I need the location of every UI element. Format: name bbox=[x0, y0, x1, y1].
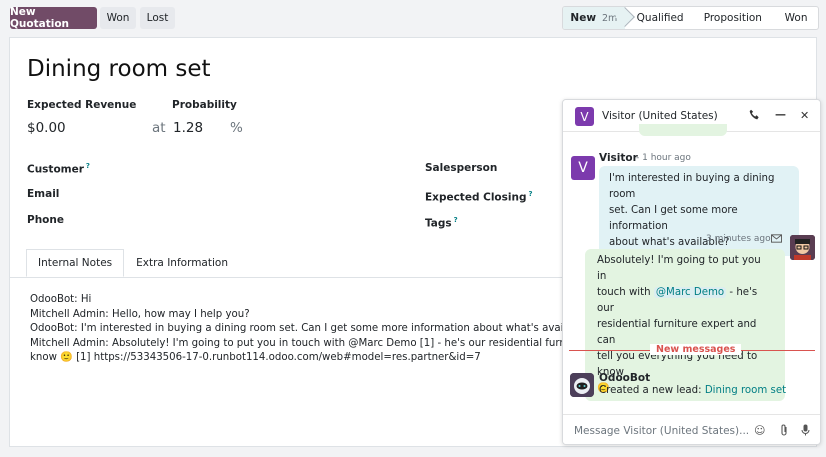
admin-message-time: 3 minutes ago bbox=[706, 234, 771, 244]
note-line: OdooBot: Hi bbox=[30, 294, 92, 305]
stage-new[interactable]: New 2m bbox=[563, 7, 635, 29]
previous-message-bubble bbox=[639, 124, 727, 136]
stage-label: Qualified bbox=[636, 12, 684, 24]
envelope-icon bbox=[771, 233, 782, 246]
email-label: Email bbox=[27, 188, 60, 200]
message-text: touch with bbox=[597, 287, 651, 298]
expected-closing-label-text: Expected Closing bbox=[425, 191, 527, 204]
control-panel: New Quotation Won Lost New 2m Qualified … bbox=[0, 0, 826, 37]
tags-label-text: Tags bbox=[425, 217, 452, 230]
mention-link[interactable]: @Marc Demo bbox=[653, 287, 727, 298]
lead-link[interactable]: Dining room set bbox=[705, 385, 786, 396]
chat-composer[interactable]: Message Visitor (United States)... ☺ bbox=[563, 414, 820, 444]
visitor-message-avatar: V bbox=[571, 156, 595, 180]
stage-label: Won bbox=[784, 12, 808, 24]
message-input[interactable]: Message Visitor (United States)... bbox=[574, 425, 749, 437]
expected-revenue-field[interactable]: $0.00 bbox=[27, 120, 66, 136]
internal-notes-editor[interactable]: OdooBot: Hi Mitchell Admin: Hello, how m… bbox=[30, 293, 626, 366]
new-messages-label: New messages bbox=[650, 344, 742, 355]
emoji-icon[interactable]: ☺ bbox=[754, 424, 765, 437]
customer-label: Customer? bbox=[27, 162, 90, 176]
chat-title: Visitor (United States) bbox=[602, 110, 718, 122]
visitor-avatar: V bbox=[575, 107, 594, 126]
paperclip-icon[interactable] bbox=[779, 424, 789, 439]
customer-label-text: Customer bbox=[27, 163, 84, 176]
odoobot-avatar bbox=[570, 373, 594, 397]
notebook-tabs: Internal Notes Extra Information bbox=[26, 249, 240, 277]
stage-statusbar: New 2m Qualified Proposition Won bbox=[562, 6, 819, 30]
new-quotation-button[interactable]: New Quotation bbox=[10, 6, 97, 30]
salesperson-label: Salesperson bbox=[425, 162, 498, 174]
tags-label: Tags? bbox=[425, 216, 458, 230]
message-line: Absolutely! I'm going to put you in bbox=[597, 255, 761, 282]
expected-closing-label: Expected Closing? bbox=[425, 190, 533, 204]
percent-sign: % bbox=[230, 120, 243, 136]
at-text: at bbox=[152, 120, 166, 136]
odoobot-message: Created a new lead: Dining room set bbox=[599, 385, 786, 396]
lead-title[interactable]: Dining room set bbox=[27, 56, 211, 82]
lost-button[interactable]: Lost bbox=[140, 7, 175, 29]
phone-icon[interactable] bbox=[749, 109, 760, 123]
visitor-message-time: - 1 hour ago bbox=[636, 153, 691, 163]
minimize-icon[interactable]: — bbox=[775, 108, 786, 121]
won-button[interactable]: Won bbox=[100, 7, 136, 29]
admin-avatar bbox=[790, 235, 815, 260]
tab-extra-information[interactable]: Extra Information bbox=[124, 249, 240, 277]
stage-duration: 2m bbox=[602, 12, 618, 24]
visitor-name: Visitor bbox=[599, 152, 638, 164]
chat-window: V Visitor (United States) — ✕ V Visitor … bbox=[562, 99, 821, 445]
probability-label: Probability bbox=[172, 99, 237, 111]
odoobot-name: OdooBot bbox=[599, 372, 651, 384]
stage-label: New bbox=[570, 12, 597, 24]
stage-label: Proposition bbox=[703, 12, 762, 24]
help-tooltip[interactable]: ? bbox=[454, 216, 458, 224]
message-line: I'm interested in buying a dining room bbox=[609, 173, 775, 200]
stage-qualified[interactable]: Qualified bbox=[625, 7, 692, 29]
message-line: touch with @Marc Demo - he's our bbox=[597, 285, 773, 317]
help-tooltip[interactable]: ? bbox=[86, 162, 90, 170]
expected-revenue-label: Expected Revenue bbox=[27, 99, 137, 111]
stage-won[interactable]: Won bbox=[774, 7, 818, 29]
probability-field[interactable]: 1.28 bbox=[173, 120, 203, 136]
message-text: Created a new lead: bbox=[599, 385, 702, 396]
stage-proposition[interactable]: Proposition bbox=[692, 7, 775, 29]
note-line: Mitchell Admin: Absolutely! I'm going to… bbox=[30, 337, 626, 349]
note-line: Mitchell Admin: Hello, how may I help yo… bbox=[30, 308, 250, 320]
microphone-icon[interactable] bbox=[801, 424, 810, 439]
help-tooltip[interactable]: ? bbox=[528, 190, 532, 198]
close-icon[interactable]: ✕ bbox=[800, 109, 809, 122]
tab-internal-notes[interactable]: Internal Notes bbox=[26, 249, 125, 277]
message-line: set. Can I get some more information bbox=[609, 205, 738, 232]
note-line: OdooBot: I'm interested in buying a dini… bbox=[30, 323, 594, 335]
note-line: know 🙂 [1] https://53343506-17-0.runbot1… bbox=[30, 352, 481, 364]
phone-label: Phone bbox=[27, 214, 64, 226]
